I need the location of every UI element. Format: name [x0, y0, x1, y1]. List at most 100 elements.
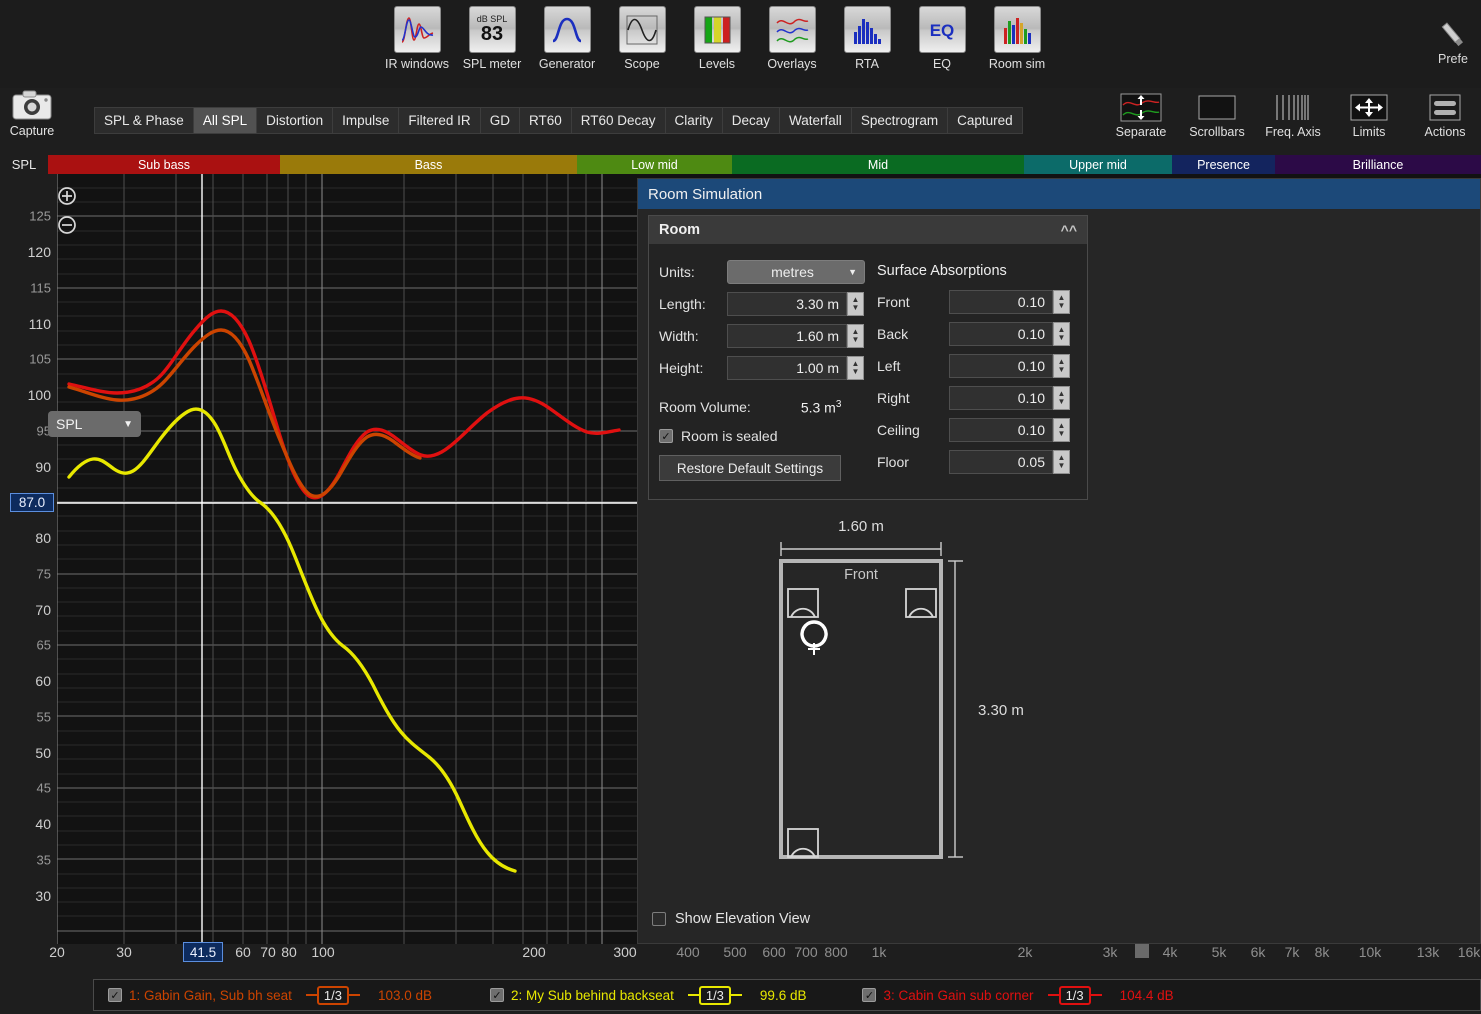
toolbar-room-sim-button[interactable]: Room sim: [985, 6, 1049, 71]
room-sealed-label: Room is sealed: [681, 428, 778, 444]
legend-level-3: 104.4 dB: [1119, 987, 1174, 1003]
width-input[interactable]: 1.60 m: [727, 324, 847, 348]
zoom-in-icon[interactable]: [57, 186, 77, 206]
legend-smoothing-value-3: 1/3: [1058, 985, 1091, 1005]
legend-smoothing-3[interactable]: 1/3: [1047, 985, 1102, 1005]
room-layout-diagram[interactable]: 1.60 m 3.30 m Front: [638, 509, 1094, 909]
capture-button[interactable]: Capture: [4, 88, 60, 138]
room-sealed-checkbox[interactable]: ✓: [659, 429, 673, 443]
tab-rt60[interactable]: RT60: [519, 108, 572, 133]
axis-mode-dropdown[interactable]: SPL ▼: [48, 411, 141, 437]
tab-impulse[interactable]: Impulse: [333, 108, 400, 133]
scrollbars-button[interactable]: Scrollbars: [1186, 92, 1248, 139]
toolbar-spl-meter-button[interactable]: dB SPL 83 SPL meter: [460, 6, 524, 71]
tab-captured[interactable]: Captured: [948, 108, 1022, 133]
absorption-input-ceiling[interactable]: 0.10: [949, 418, 1053, 442]
freq-axis-button[interactable]: Freq. Axis: [1262, 92, 1324, 139]
zoom-out-icon[interactable]: [57, 215, 77, 235]
collapse-chevron-icon[interactable]: ^^: [1061, 222, 1077, 238]
tab-distortion[interactable]: Distortion: [257, 108, 334, 133]
xtick-8k: 8k: [1314, 944, 1330, 960]
xtick-800: 800: [824, 944, 848, 960]
xtick-3k: 3k: [1102, 944, 1118, 960]
xtick-700: 700: [794, 944, 818, 960]
show-elevation-view-checkbox[interactable]: [652, 912, 666, 926]
toolbar-preferences-button[interactable]: Prefe: [1413, 18, 1481, 66]
rta-icon: [843, 6, 891, 53]
legend-smoothing-2[interactable]: 1/3: [687, 985, 742, 1005]
absorption-spinner-floor[interactable]: ▲ ▼: [1053, 450, 1070, 474]
absorption-spinner-left[interactable]: ▲ ▼: [1053, 354, 1070, 378]
length-input[interactable]: 3.30 m: [727, 292, 847, 316]
chevron-down-icon: ▼: [848, 267, 857, 277]
band-brilliance: Brilliance: [1275, 155, 1481, 174]
tab-spectrogram[interactable]: Spectrogram: [851, 108, 949, 133]
absorption-spinner-back[interactable]: ▲ ▼: [1053, 322, 1070, 346]
legend-smoothing-value-2: 1/3: [698, 985, 731, 1005]
toolbar-ir-windows-button[interactable]: IR windows: [385, 6, 449, 71]
absorption-spinner-ceiling[interactable]: ▲ ▼: [1053, 418, 1070, 442]
tab-gd[interactable]: GD: [480, 108, 520, 133]
absorption-spinner-front[interactable]: ▲ ▼: [1053, 290, 1070, 314]
legend-item-2[interactable]: ✓ 2: My Sub behind backseat 1/3 99.6 dB: [489, 980, 807, 1010]
tab-filtered-ir[interactable]: Filtered IR: [399, 108, 481, 133]
band-upper-mid: Upper mid: [1024, 155, 1172, 174]
room-group-body: Units: metres ▼ Length: 3.30 m ▲ ▼ Width…: [649, 244, 1087, 493]
tab-spl-phase[interactable]: SPL & Phase: [95, 108, 194, 133]
absorption-spinner-right[interactable]: ▲ ▼: [1053, 386, 1070, 410]
restore-default-settings-button[interactable]: Restore Default Settings: [659, 455, 841, 481]
length-spinner[interactable]: ▲ ▼: [847, 292, 864, 316]
ytick-75: 75: [36, 566, 51, 582]
absorption-input-left[interactable]: 0.10: [949, 354, 1053, 378]
toolbar-levels-button[interactable]: Levels: [685, 6, 749, 71]
legend-item-3[interactable]: ✓ 3: Cabin Gain sub corner 1/3 104.4 dB: [862, 980, 1174, 1010]
ytick-65: 65: [36, 637, 51, 653]
chart-y-axis-labels: 125 120 115 110 105 100 95 90 85 80 75 7…: [0, 174, 57, 944]
height-input[interactable]: 1.00 m: [727, 356, 847, 380]
toolbar-rta-button[interactable]: RTA: [835, 6, 899, 71]
x-cursor-readout[interactable]: 41.5: [183, 942, 223, 962]
absorption-input-back[interactable]: 0.10: [949, 322, 1053, 346]
absorption-label-back: Back: [877, 326, 909, 342]
absorption-row-ceiling: Ceiling 0.10 ▲ ▼: [877, 414, 1087, 446]
absorption-input-floor[interactable]: 0.05: [949, 450, 1053, 474]
freq-axis-label: Freq. Axis: [1265, 125, 1321, 139]
room-front-label: Front: [844, 567, 878, 583]
tab-rt60-decay[interactable]: RT60 Decay: [571, 108, 666, 133]
tab-waterfall[interactable]: Waterfall: [780, 108, 852, 133]
absorption-row-front: Front 0.10 ▲ ▼: [877, 286, 1087, 318]
xtick-100: 100: [311, 944, 335, 960]
legend-checkbox-3[interactable]: ✓: [862, 988, 877, 1002]
absorption-label-ceiling: Ceiling: [877, 422, 920, 438]
show-elevation-view-row[interactable]: Show Elevation View: [652, 911, 810, 927]
room-volume-exponent: 3: [835, 398, 842, 410]
separate-button[interactable]: Separate: [1110, 92, 1172, 139]
tab-all-spl[interactable]: All SPL: [193, 108, 258, 133]
toolbar-generator-button[interactable]: Generator: [535, 6, 599, 71]
absorption-input-front[interactable]: 0.10: [949, 290, 1053, 314]
ytick-50: 50: [35, 745, 51, 761]
legend-smoothing-1[interactable]: 1/3: [305, 985, 360, 1005]
tab-decay[interactable]: Decay: [722, 108, 781, 133]
toolbar-overlays-button[interactable]: Overlays: [760, 6, 824, 71]
legend-item-1[interactable]: ✓ 1: Gabin Gain, Sub bh seat 1/3 103.0 d…: [108, 980, 432, 1010]
xtick-500: 500: [723, 944, 747, 960]
toolbar-eq-button[interactable]: EQ EQ: [910, 6, 974, 71]
legend-checkbox-2[interactable]: ✓: [489, 988, 504, 1002]
width-spinner[interactable]: ▲ ▼: [847, 324, 864, 348]
scrollbar-grip[interactable]: [1135, 944, 1149, 958]
tab-clarity[interactable]: Clarity: [665, 108, 723, 133]
legend-checkbox-1[interactable]: ✓: [108, 988, 122, 1002]
limits-button[interactable]: Limits: [1338, 92, 1400, 139]
units-dropdown[interactable]: metres ▼: [727, 260, 865, 284]
height-spinner[interactable]: ▲ ▼: [847, 356, 864, 380]
toolbar-levels-label: Levels: [698, 57, 736, 71]
toolbar-scope-button[interactable]: Scope: [610, 6, 674, 71]
legend-level-2: 99.6 dB: [759, 987, 807, 1003]
toolbar-overlays-label: Overlays: [767, 57, 817, 71]
absorption-input-right[interactable]: 0.10: [949, 386, 1053, 410]
room-group-header: Room ^^: [649, 216, 1087, 244]
actions-button[interactable]: Actions: [1414, 92, 1476, 139]
width-label: Width:: [659, 328, 699, 344]
y-cursor-readout[interactable]: 87.0: [10, 493, 54, 512]
